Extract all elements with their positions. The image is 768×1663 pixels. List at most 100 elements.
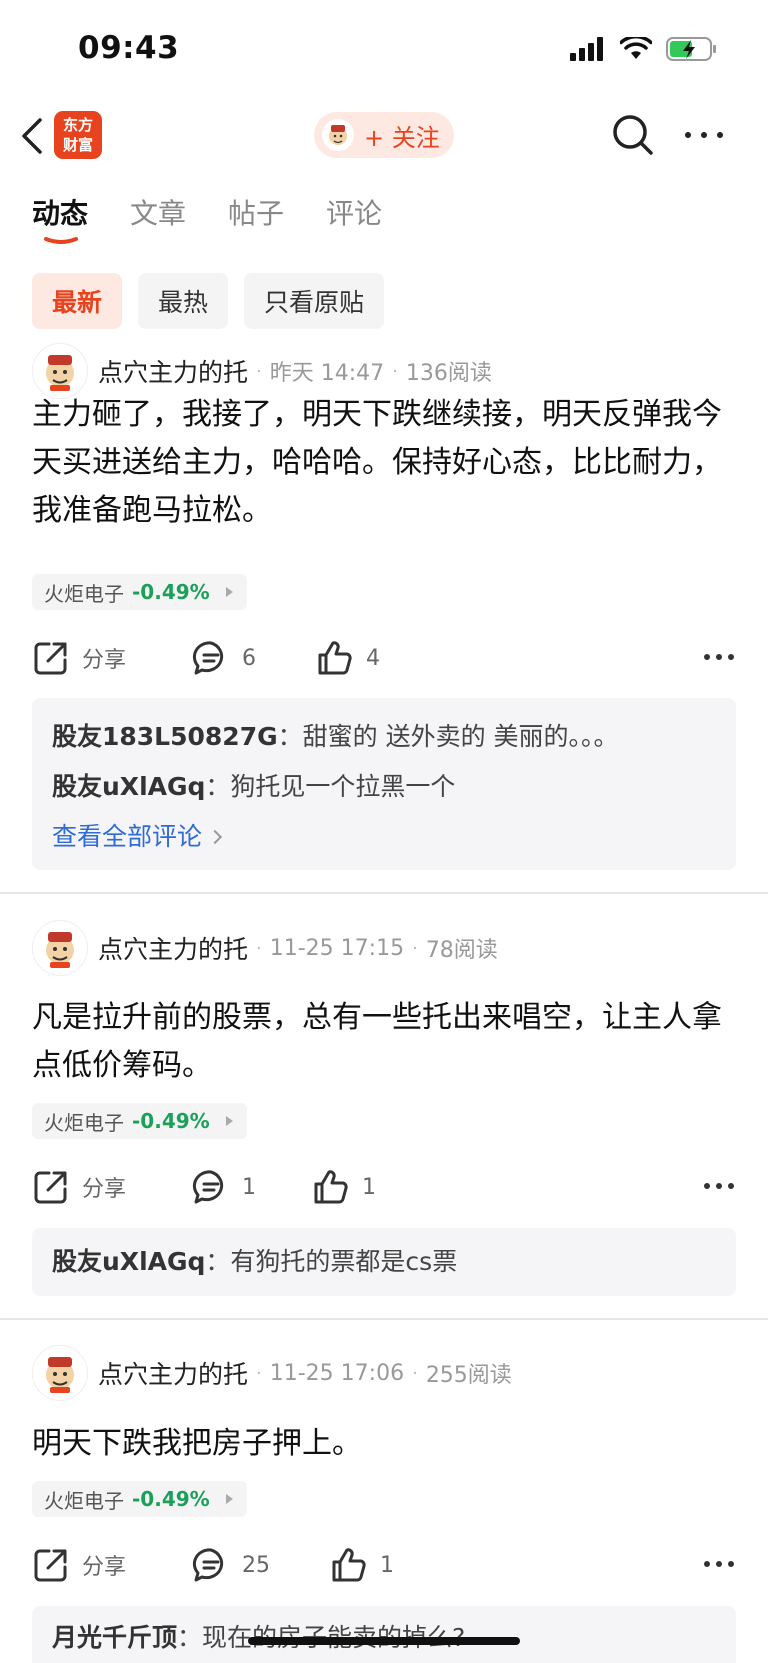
stock-tag[interactable]: 火炬电子 -0.49%: [32, 574, 247, 610]
nav-bar: 东方 财富 + 关注: [0, 100, 768, 172]
thumbs-up-icon: [318, 641, 352, 675]
comment-preview: 股友uXlAGq：有狗托的票都是cs票: [32, 1228, 736, 1296]
user-avatar-icon: [322, 119, 354, 151]
post-more-icon[interactable]: [702, 1175, 736, 1197]
like-button[interactable]: 1: [330, 1543, 394, 1587]
comment-separator: ：: [205, 1247, 231, 1276]
post-actions: 分享 25 1: [32, 1543, 736, 1587]
stock-name: 火炬电子: [44, 1488, 124, 1513]
comment-count: 1: [242, 1174, 256, 1200]
comment-preview: 股友183L50827G：甜蜜的 送外卖的 美丽的。。。 股友uXlAGq：狗托…: [32, 698, 736, 870]
post-more-icon[interactable]: [702, 646, 736, 668]
thumbs-up-icon: [314, 1170, 348, 1204]
app-logo: 东方 财富: [54, 111, 102, 159]
stock-tag[interactable]: 火炬电子 -0.49%: [32, 1103, 247, 1139]
post-actions: 分享 1 1: [32, 1165, 736, 1209]
view-all-comments-link[interactable]: 查看全部评论: [52, 812, 716, 862]
tab-label: 评论: [326, 197, 383, 230]
meta-separator: ·: [256, 360, 262, 382]
comment-button[interactable]: 25: [192, 1543, 270, 1587]
post-time: 昨天 14:47: [269, 361, 385, 386]
more-options-icon[interactable]: [682, 120, 726, 150]
like-button[interactable]: 4: [316, 636, 380, 680]
post-body[interactable]: 主力砸了，我接了，明天下跌继续接，明天反弹我今天买进送给主力，哈哈哈。保持好心态…: [32, 391, 742, 535]
meta-separator: ·: [256, 1362, 262, 1384]
read-count: 78阅读: [425, 938, 498, 963]
play-arrow-icon: [225, 1494, 233, 1504]
post-divider: [0, 892, 768, 894]
tab-posts[interactable]: 帖子: [228, 192, 284, 252]
meta-separator: ·: [256, 937, 262, 959]
status-bar: 09:43: [0, 0, 768, 100]
logo-line-2: 财富: [62, 136, 93, 154]
read-count: 136阅读: [405, 361, 492, 386]
back-icon[interactable]: [18, 114, 46, 158]
tab-dynamic[interactable]: 动态: [32, 192, 88, 252]
share-label: 分享: [82, 648, 127, 673]
view-all-label: 查看全部评论: [52, 822, 203, 851]
stock-change: -0.49%: [132, 1109, 210, 1133]
share-label: 分享: [82, 1555, 127, 1580]
comment-button[interactable]: 6: [192, 636, 256, 680]
share-button[interactable]: 分享: [32, 1165, 126, 1209]
author-name[interactable]: 点穴主力的托: [98, 930, 248, 966]
author-avatar[interactable]: [32, 1345, 88, 1401]
wifi-icon: [620, 37, 652, 59]
status-time: 09:43: [78, 30, 180, 66]
comment-button[interactable]: 1: [192, 1165, 256, 1209]
tab-articles[interactable]: 文章: [130, 192, 186, 252]
commenter-name[interactable]: 股友uXlAGq: [52, 772, 205, 801]
author-name[interactable]: 点穴主力的托: [98, 1355, 248, 1391]
stock-change: -0.49%: [132, 1487, 210, 1511]
play-arrow-icon: [225, 587, 233, 597]
tab-label: 动态: [32, 197, 89, 230]
stock-name: 火炬电子: [44, 1110, 124, 1135]
post-body[interactable]: 凡是拉升前的股票，总有一些托出来唱空，让主人拿点低价筹码。: [32, 994, 742, 1090]
search-icon[interactable]: [610, 112, 656, 158]
comment-separator: ：: [205, 772, 231, 801]
follow-button[interactable]: + 关注: [314, 112, 454, 158]
filter-latest[interactable]: 最新: [32, 273, 123, 329]
share-button[interactable]: 分享: [32, 636, 126, 680]
stock-name: 火炬电子: [44, 581, 124, 606]
play-arrow-icon: [225, 1116, 233, 1126]
commenter-name[interactable]: 月光千斤顶: [52, 1623, 177, 1652]
share-label: 分享: [82, 1177, 127, 1202]
share-icon: [34, 1549, 67, 1582]
stock-tag[interactable]: 火炬电子 -0.49%: [32, 1481, 247, 1517]
avatar-icon: [46, 355, 74, 391]
signal-icon: [570, 37, 603, 61]
commenter-name[interactable]: 股友uXlAGq: [52, 1247, 205, 1276]
commenter-name[interactable]: 股友183L50827G: [52, 722, 278, 751]
status-icons: [570, 36, 718, 62]
author-name[interactable]: 点穴主力的托: [98, 353, 248, 389]
comment-text: 有狗托的票都是cs票: [230, 1247, 458, 1276]
post-time: 11-25 17:15: [269, 935, 405, 961]
follow-label: + 关注: [364, 123, 440, 152]
like-count: 1: [380, 1552, 394, 1578]
comment-icon: [192, 641, 224, 675]
comment-text: 狗托见一个拉黑一个: [230, 772, 456, 801]
post-body[interactable]: 明天下跌我把房子押上。: [32, 1420, 742, 1468]
comment-item[interactable]: 股友uXlAGq：有狗托的票都是cs票: [52, 1242, 716, 1282]
comment-item[interactable]: 股友183L50827G：甜蜜的 送外卖的 美丽的。。。: [52, 712, 716, 762]
author-avatar[interactable]: [32, 920, 88, 976]
filter-original-only[interactable]: 只看原贴: [244, 273, 385, 329]
post-actions: 分享 6 4: [32, 636, 736, 680]
post-time: 11-25 17:06: [269, 1360, 405, 1386]
battery-charging-icon: [666, 37, 716, 61]
comment-count: 25: [242, 1552, 270, 1578]
tab-label: 帖子: [228, 197, 285, 230]
like-button[interactable]: 1: [312, 1165, 376, 1209]
tab-comments[interactable]: 评论: [326, 192, 382, 252]
meta-separator: ·: [412, 937, 418, 959]
post-divider: [0, 1318, 768, 1320]
post-more-icon[interactable]: [702, 1553, 736, 1575]
post-header: 点穴主力的托 · 11-25 17:06 · 255阅读: [32, 1345, 512, 1401]
share-button[interactable]: 分享: [32, 1543, 126, 1587]
comment-item[interactable]: 股友uXlAGq：狗托见一个拉黑一个: [52, 762, 716, 812]
share-icon: [34, 642, 67, 675]
filter-hottest[interactable]: 最热: [138, 273, 229, 329]
share-icon: [34, 1171, 67, 1204]
comment-separator: ：: [177, 1623, 203, 1652]
